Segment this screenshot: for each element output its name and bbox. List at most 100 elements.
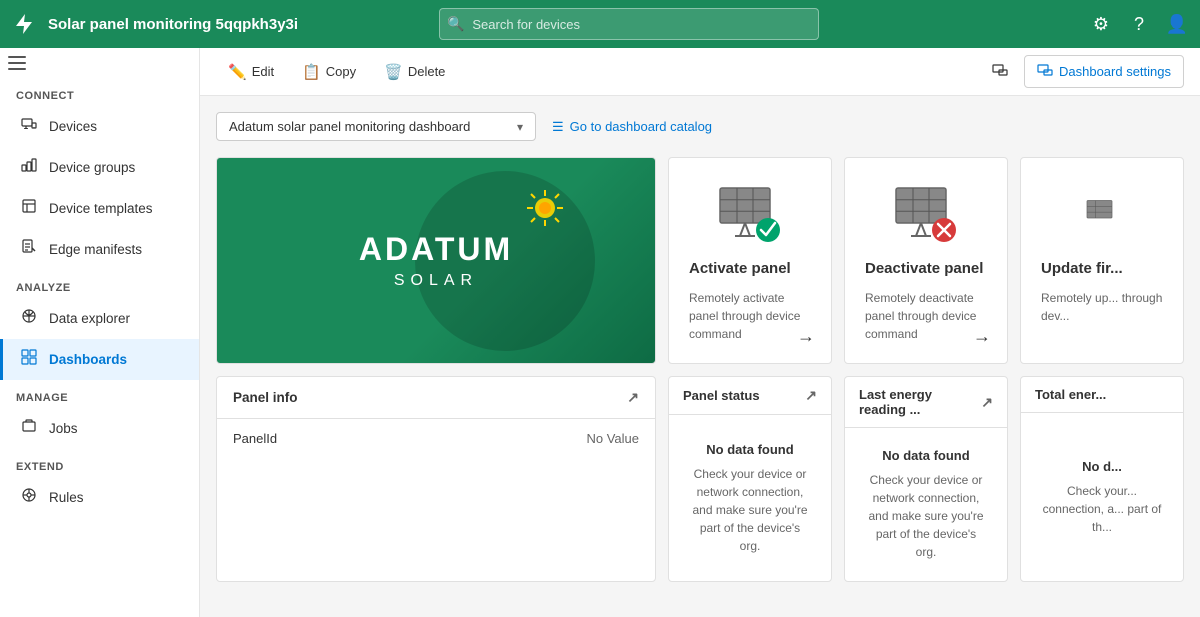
expand-view-button[interactable] [980, 56, 1020, 87]
connect-section-label: Connect [0, 78, 199, 106]
jobs-icon [19, 418, 39, 439]
panel-status-header: Panel status ↗ [669, 377, 831, 415]
search-icon: 🔍 [447, 16, 464, 33]
user-avatar[interactable]: 👤 [1166, 13, 1188, 35]
data-explorer-icon [19, 308, 39, 329]
gear-icon[interactable]: ⚙ [1090, 13, 1112, 35]
rules-icon [19, 487, 39, 508]
activate-arrow-icon: → [797, 326, 815, 347]
sidebar-item-data-explorer[interactable]: Data explorer [0, 298, 199, 339]
activate-panel-icon [689, 178, 811, 248]
dashboard-content: Adatum solar panel monitoring dashboard … [200, 96, 1200, 617]
extend-section-label: Extend [0, 449, 199, 477]
panel-info-row: PanelId No Value [217, 419, 655, 458]
sidebar-item-rules[interactable]: Rules [0, 477, 199, 518]
total-energy-no-data-desc: Check your... connection, a... part of t… [1041, 482, 1163, 536]
manage-section-label: Manage [0, 380, 199, 408]
hamburger-line-2 [8, 62, 26, 64]
sidebar-item-edge-manifests-label: Edge manifests [49, 242, 142, 257]
sidebar-item-edge-manifests[interactable]: Edge manifests [0, 229, 199, 270]
analyze-section-label: Analyze [0, 270, 199, 298]
search-input[interactable] [439, 8, 819, 40]
last-energy-expand-icon[interactable]: ↗ [981, 394, 993, 411]
hero-card: ADATUM SOLAR [216, 157, 656, 364]
deactivate-panel-title: Deactivate panel [865, 260, 987, 277]
cards-grid: ADATUM SOLAR [216, 157, 1184, 582]
update-firmware-desc: Remotely up... through dev... [1041, 289, 1163, 343]
hamburger-menu[interactable] [0, 48, 199, 78]
total-energy-body: No d... Check your... connection, a... p… [1021, 413, 1183, 581]
sidebar-item-device-groups[interactable]: Device groups [0, 147, 199, 188]
sidebar-item-rules-label: Rules [49, 490, 84, 505]
device-templates-icon [19, 198, 39, 219]
toolbar: ✏️ Edit 📋 Copy 🗑️ Delete [200, 48, 1200, 96]
last-energy-reading-card: Last energy reading ... ↗ No data found … [844, 376, 1008, 582]
sidebar-item-device-groups-label: Device groups [49, 160, 135, 175]
dashboard-settings-icon [1037, 62, 1053, 81]
edit-button[interactable]: ✏️ Edit [216, 57, 286, 87]
activate-panel-desc: Remotely activate panel through device c… [689, 289, 811, 343]
topbar-actions: ⚙ ? 👤 [1090, 13, 1188, 35]
update-firmware-title: Update fir... [1041, 260, 1163, 277]
panel-info-expand-icon[interactable]: ↗ [627, 389, 639, 406]
activate-panel-title: Activate panel [689, 260, 811, 277]
dashboard-settings-button[interactable]: Dashboard settings [1024, 55, 1184, 88]
panel-status-body: No data found Check your device or netwo… [669, 415, 831, 581]
panel-status-no-data-desc: Check your device or network connection,… [689, 465, 811, 555]
toolbar-right: Dashboard settings [980, 55, 1184, 88]
sidebar-item-data-explorer-label: Data explorer [49, 311, 130, 326]
topbar: Solar panel monitoring 5qqpkh3y3i 🔍 ⚙ ? … [0, 0, 1200, 48]
copy-icon: 📋 [302, 63, 321, 81]
content-area: ✏️ Edit 📋 Copy 🗑️ Delete [200, 48, 1200, 617]
deactivate-panel-icon [865, 178, 987, 248]
panel-info-card: Panel info ↗ PanelId No Value [216, 376, 656, 582]
sidebar: Connect Devices Device groups Device tem… [0, 48, 200, 617]
help-icon[interactable]: ? [1128, 13, 1150, 35]
sidebar-item-jobs-label: Jobs [49, 421, 78, 436]
sidebar-item-jobs[interactable]: Jobs [0, 408, 199, 449]
hero-content: ADATUM SOLAR [339, 211, 533, 310]
delete-icon: 🗑️ [384, 63, 403, 81]
search-container: 🔍 [439, 8, 819, 40]
delete-button[interactable]: 🗑️ Delete [372, 57, 457, 87]
dashboards-icon [19, 349, 39, 370]
dashboard-catalog-link[interactable]: ☰ Go to dashboard catalog [552, 119, 712, 135]
hamburger-line-1 [8, 56, 26, 58]
last-energy-no-data-desc: Check your device or network connection,… [865, 471, 987, 561]
main-layout: Connect Devices Device groups Device tem… [0, 48, 1200, 617]
sidebar-item-devices-label: Devices [49, 119, 97, 134]
total-energy-no-data-title: No d... [1082, 459, 1122, 474]
activate-panel-card[interactable]: Activate panel Remotely activate panel t… [668, 157, 832, 364]
deactivate-panel-desc: Remotely deactivate panel through device… [865, 289, 987, 343]
last-energy-body: No data found Check your device or netwo… [845, 428, 1007, 581]
last-energy-header: Last energy reading ... ↗ [845, 377, 1007, 428]
panel-status-expand-icon[interactable]: ↗ [805, 387, 817, 404]
dashboard-selector[interactable]: Adatum solar panel monitoring dashboard … [216, 112, 536, 141]
update-firmware-icon [1041, 178, 1163, 248]
edge-manifests-icon [19, 239, 39, 260]
dashboard-dropdown-row: Adatum solar panel monitoring dashboard … [216, 112, 1184, 141]
expand-icon [992, 62, 1008, 81]
device-groups-icon [19, 157, 39, 178]
devices-icon [19, 116, 39, 137]
chevron-down-icon: ▾ [517, 120, 523, 134]
catalog-link-icon: ☰ [552, 119, 564, 135]
panel-status-no-data-title: No data found [706, 442, 793, 457]
hero-sub: SOLAR [359, 272, 513, 290]
copy-button[interactable]: 📋 Copy [290, 57, 368, 87]
deactivate-panel-card[interactable]: Deactivate panel Remotely deactivate pan… [844, 157, 1008, 364]
update-firmware-card[interactable]: Update fir... Remotely up... through dev… [1020, 157, 1184, 364]
total-energy-header: Total ener... [1021, 377, 1183, 413]
panel-status-card: Panel status ↗ No data found Check your … [668, 376, 832, 582]
sidebar-item-device-templates[interactable]: Device templates [0, 188, 199, 229]
sidebar-item-devices[interactable]: Devices [0, 106, 199, 147]
sidebar-item-device-templates-label: Device templates [49, 201, 153, 216]
hamburger-line-3 [8, 68, 26, 70]
hero-brand: ADATUM [359, 231, 513, 268]
lightning-icon [12, 12, 36, 36]
sidebar-item-dashboards-label: Dashboards [49, 352, 127, 367]
total-energy-card: Total ener... No d... Check your... conn… [1020, 376, 1184, 582]
app-title: Solar panel monitoring 5qqpkh3y3i [48, 16, 298, 33]
app-logo [12, 12, 36, 36]
sidebar-item-dashboards[interactable]: Dashboards [0, 339, 199, 380]
